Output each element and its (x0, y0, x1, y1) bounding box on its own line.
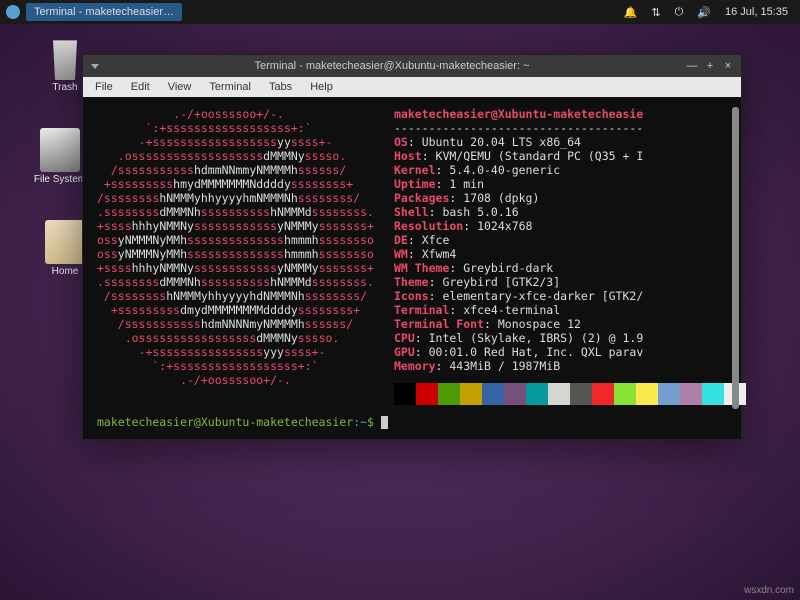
system-info: maketecheasier@Xubuntu-maketecheasie ---… (394, 107, 746, 405)
menubar: File Edit View Terminal Tabs Help (83, 77, 741, 97)
prompt-line: maketecheasier@Xubuntu-maketecheasier:~$ (97, 415, 727, 429)
menu-edit[interactable]: Edit (123, 79, 158, 95)
clock[interactable]: 16 Jul, 15:35 (725, 6, 788, 18)
watermark: wsxdn.com (744, 585, 794, 596)
os-logo-icon[interactable] (6, 5, 20, 19)
menu-file[interactable]: File (87, 79, 121, 95)
scrollbar[interactable] (732, 107, 739, 409)
close-button[interactable]: × (721, 59, 735, 73)
notification-icon[interactable]: 🔔 (624, 6, 638, 19)
menu-view[interactable]: View (160, 79, 200, 95)
titlebar[interactable]: Terminal - maketecheasier@Xubuntu-makete… (83, 55, 741, 77)
terminal-content[interactable]: .-/+oossssoo+/-. `:+ssssssssssssssssss+:… (83, 97, 741, 439)
menu-help[interactable]: Help (302, 79, 341, 95)
folder-icon (45, 220, 85, 264)
power-icon[interactable]: ⏻ (675, 6, 684, 19)
neofetch-output: .-/+oossssoo+/-. `:+ssssssssssssssssss+:… (97, 107, 727, 405)
terminal-window: Terminal - maketecheasier@Xubuntu-makete… (82, 54, 742, 440)
cursor (381, 416, 388, 429)
ascii-logo: .-/+oossssoo+/-. `:+ssssssssssssssssss+:… (97, 107, 374, 405)
maximize-button[interactable]: + (703, 59, 717, 73)
disk-icon (40, 128, 80, 172)
window-menu-icon[interactable] (91, 64, 99, 69)
trash-icon (45, 36, 85, 80)
volume-icon[interactable]: 🔊 (697, 6, 711, 19)
network-icon[interactable]: ⇅ (651, 6, 660, 19)
menu-tabs[interactable]: Tabs (261, 79, 300, 95)
top-panel: Terminal - maketecheasier… 🔔 ⇅ ⏻ 🔊 16 Ju… (0, 0, 800, 24)
taskbar-button-terminal[interactable]: Terminal - maketecheasier… (26, 3, 182, 21)
window-title: Terminal - maketecheasier@Xubuntu-makete… (99, 60, 685, 72)
color-palette (394, 383, 746, 405)
menu-terminal[interactable]: Terminal (201, 79, 259, 95)
minimize-button[interactable]: — (685, 59, 699, 73)
